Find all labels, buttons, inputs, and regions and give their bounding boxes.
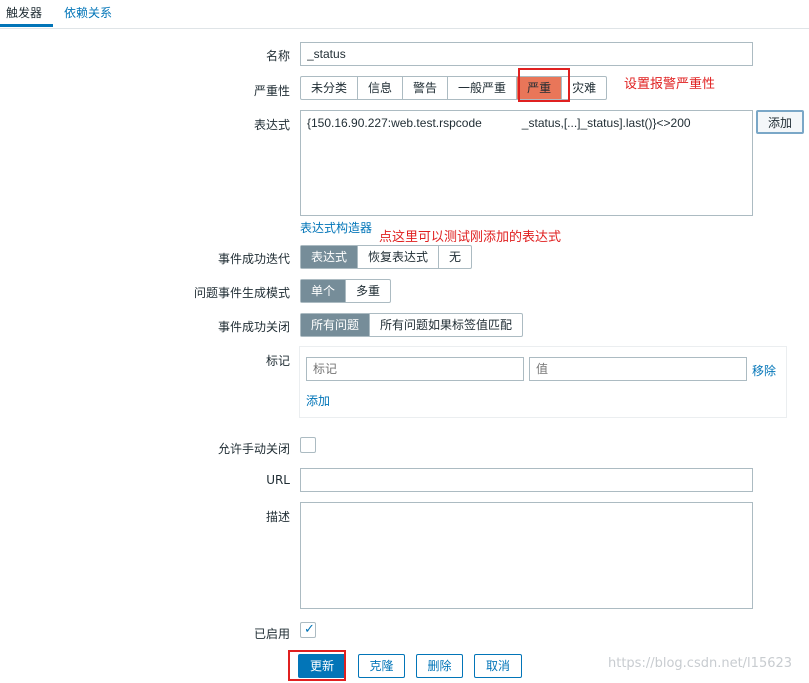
- tab-trigger[interactable]: 触发器: [6, 4, 42, 24]
- clone-button[interactable]: 克隆: [358, 654, 405, 678]
- ok-event-gen-label: 事件成功迭代: [217, 252, 290, 266]
- active-tab-indicator: [0, 24, 53, 27]
- expression-label: 表达式: [253, 118, 290, 132]
- severity-annotation: 设置报警严重性: [624, 77, 716, 92]
- update-highlight-box: [288, 650, 346, 681]
- severity-highlight-box: [518, 68, 570, 102]
- checkmark-icon: ✓: [304, 622, 315, 637]
- url-input[interactable]: [300, 468, 753, 492]
- tags-label: 标记: [265, 354, 290, 368]
- expression-builder-annotation: 点这里可以测试刚添加的表达式: [379, 230, 562, 245]
- enabled-label: 已启用: [253, 627, 290, 641]
- ok-event-gen-expression[interactable]: 表达式: [301, 246, 359, 268]
- watermark: https://blog.csdn.net/l15623: [608, 656, 793, 671]
- expression-textarea[interactable]: {150.16.90.227:web.test.rspcode _status,…: [300, 110, 753, 216]
- tag-remove-link[interactable]: 移除: [752, 362, 776, 379]
- tab-bar: 触发器 依赖关系: [0, 0, 809, 29]
- problem-mode-single[interactable]: 单个: [301, 280, 347, 302]
- manual-close-label: 允许手动关闭: [217, 442, 290, 456]
- problem-mode-multiple[interactable]: 多重: [346, 280, 390, 302]
- name-input[interactable]: [300, 42, 753, 66]
- severity-information[interactable]: 信息: [358, 77, 404, 99]
- delete-button[interactable]: 删除: [416, 654, 463, 678]
- expression-builder-link[interactable]: 表达式构造器: [300, 219, 372, 236]
- ok-event-gen-none[interactable]: 无: [439, 246, 471, 268]
- ok-close-label: 事件成功关闭: [217, 320, 290, 334]
- url-label: URL: [266, 473, 290, 487]
- ok-close-selector: 所有问题 所有问题如果标签值匹配: [300, 313, 524, 337]
- ok-event-gen-selector: 表达式 恢复表达式 无: [300, 245, 473, 269]
- expression-add-button[interactable]: 添加: [756, 110, 804, 134]
- ok-event-gen-recovery-expression[interactable]: 恢复表达式: [358, 246, 440, 268]
- problem-mode-label: 问题事件生成模式: [193, 286, 290, 300]
- tag-value-input[interactable]: [529, 357, 747, 381]
- tag-add-link[interactable]: 添加: [306, 392, 330, 409]
- severity-average[interactable]: 一般严重: [448, 77, 518, 99]
- ok-close-tag-match[interactable]: 所有问题如果标签值匹配: [370, 314, 522, 336]
- description-label: 描述: [265, 510, 290, 524]
- severity-not-classified[interactable]: 未分类: [301, 77, 359, 99]
- manual-close-checkbox[interactable]: [300, 437, 316, 453]
- description-textarea[interactable]: [300, 502, 753, 609]
- name-label: 名称: [265, 49, 290, 63]
- severity-warning[interactable]: 警告: [403, 77, 449, 99]
- problem-mode-selector: 单个 多重: [300, 279, 392, 303]
- tag-name-input[interactable]: [306, 357, 524, 381]
- cancel-button[interactable]: 取消: [474, 654, 522, 678]
- severity-label: 严重性: [253, 84, 290, 98]
- tab-dependencies[interactable]: 依赖关系: [64, 4, 112, 24]
- ok-close-all-problems[interactable]: 所有问题: [301, 314, 371, 336]
- enabled-checkbox[interactable]: ✓: [300, 622, 316, 638]
